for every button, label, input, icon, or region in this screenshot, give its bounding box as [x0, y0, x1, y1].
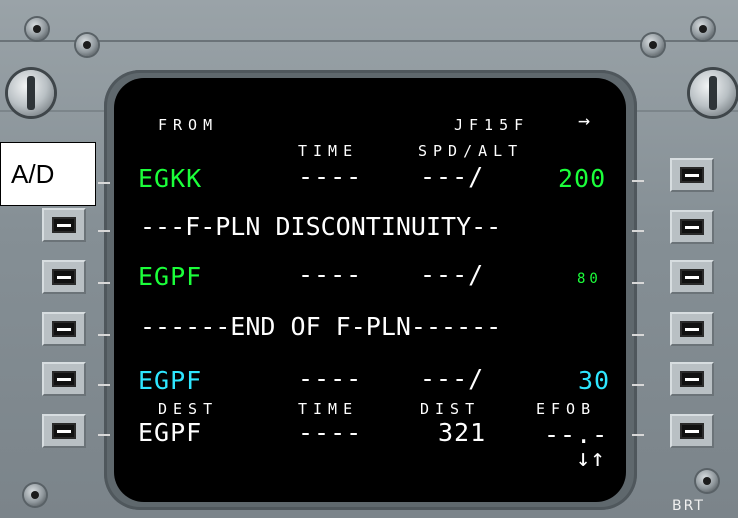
efob-header: EFOB: [536, 400, 597, 418]
row5-alt: 30: [578, 366, 611, 395]
lsk-tick: [98, 282, 110, 284]
lsk-tick: [98, 182, 110, 184]
flight-id: JF15F: [454, 116, 530, 134]
row5-ident: EGPF: [138, 366, 203, 395]
row1-spd: ---/: [420, 162, 485, 191]
row3-spd: ---/: [420, 260, 485, 289]
mcdu-bezel: BRT FROM JF15F → TIME SPD/ALT EGKK ---- …: [0, 0, 738, 518]
lsk-tick: [632, 334, 644, 336]
discontinuity-line: ---F-PLN DISCONTINUITY--: [140, 212, 502, 241]
row1-time: ----: [298, 162, 363, 191]
lsk-3r[interactable]: [670, 260, 714, 294]
lsk-tick: [98, 384, 110, 386]
lsk-tick: [632, 282, 644, 284]
lsk-tick: [632, 384, 644, 386]
time-header: TIME: [298, 142, 359, 160]
row1-ident: EGKK: [138, 164, 203, 193]
screw-icon: [24, 484, 46, 506]
lsk-tick: [632, 434, 644, 436]
brt-label: BRT: [672, 498, 705, 514]
time-header-bottom: TIME: [298, 400, 359, 418]
row5-spd: ---/: [420, 364, 485, 393]
dest-dist: 321: [438, 418, 487, 447]
lsk-1r[interactable]: [670, 158, 714, 192]
screw-icon: [696, 470, 718, 492]
row3-time: ----: [298, 260, 363, 289]
lsk-3l[interactable]: [42, 312, 86, 346]
lsk-2r[interactable]: [670, 210, 714, 244]
dest-header: DEST: [158, 400, 219, 418]
dest-ident: EGPF: [138, 418, 203, 447]
brightness-knob-right[interactable]: [690, 70, 736, 116]
row3-alt: 80: [577, 271, 602, 287]
page-arrow-icon: →: [578, 108, 591, 132]
lsk-tick: [632, 180, 644, 182]
lsk-5l[interactable]: [42, 414, 86, 448]
lsk-2l[interactable]: [42, 260, 86, 294]
lsk-1l[interactable]: [42, 208, 86, 242]
lsk-tick: [98, 230, 110, 232]
lsk-tick: [98, 434, 110, 436]
end-of-fpln-line: ------END OF F-PLN------: [140, 312, 502, 341]
lsk-tick: [632, 230, 644, 232]
overlay-label: A/D: [0, 142, 96, 206]
scroll-arrows-icon: ↓↑: [576, 444, 605, 472]
lsk-6r[interactable]: [670, 414, 714, 448]
bezel-divider: [0, 40, 738, 42]
dist-header: DIST: [420, 400, 481, 418]
lsk-4l[interactable]: [42, 362, 86, 396]
lsk-5r[interactable]: [670, 362, 714, 396]
screw-icon: [642, 34, 664, 56]
from-label: FROM: [158, 116, 219, 134]
dest-time: ----: [298, 418, 363, 447]
lsk-tick: [98, 334, 110, 336]
row3-ident: EGPF: [138, 262, 203, 291]
screw-icon: [76, 34, 98, 56]
lsk-4r[interactable]: [670, 312, 714, 346]
row5-time: ----: [298, 364, 363, 393]
brightness-knob-left[interactable]: [8, 70, 54, 116]
screw-icon: [26, 18, 48, 40]
row1-alt: 200: [558, 164, 607, 193]
screw-icon: [692, 18, 714, 40]
spd-alt-header: SPD/ALT: [418, 142, 524, 160]
